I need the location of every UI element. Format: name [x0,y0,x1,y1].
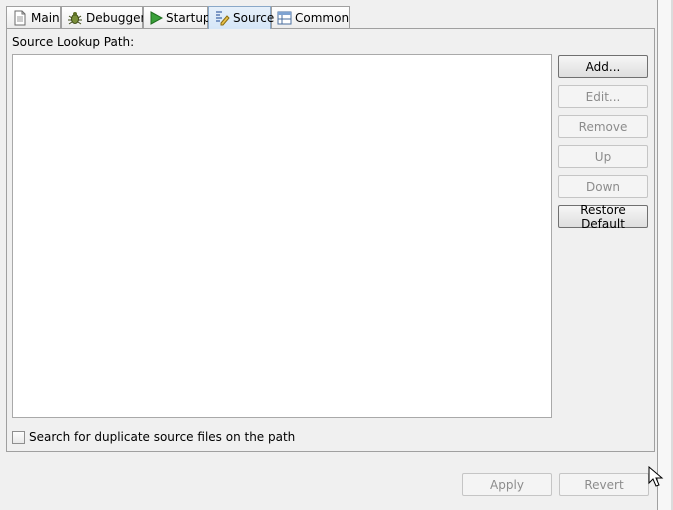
bug-icon [67,10,83,26]
restore-default-button[interactable]: Restore Default [558,203,648,231]
tab-debugger[interactable]: Debugger [61,6,146,28]
duplicate-source-label: Search for duplicate source files on the… [29,430,296,444]
source-icon [214,10,230,26]
down-button[interactable]: Down [558,175,648,198]
tab-label: Debugger [86,10,146,25]
apply-button[interactable]: Apply [462,473,552,496]
mouse-cursor-icon [648,466,664,487]
tab-common[interactable]: Common [271,6,350,28]
add-button[interactable]: Add... [558,55,648,78]
edit-button[interactable]: Edit... [558,85,648,108]
play-icon [149,10,163,26]
duplicate-source-option[interactable]: Search for duplicate source files on the… [12,430,295,444]
up-button[interactable]: Up [558,145,648,168]
tab-source[interactable]: Source [208,6,275,29]
tab-label: Main [31,10,60,25]
source-lookup-list[interactable] [12,54,552,418]
document-icon [12,10,28,26]
tab-label: Source [233,11,275,25]
remove-button[interactable]: Remove [558,115,648,138]
revert-button[interactable]: Revert [559,473,649,496]
tab-label: Common [295,10,350,25]
tab-startup[interactable]: Startup [143,6,211,28]
tab-label: Startup [166,10,211,25]
source-lookup-label: Source Lookup Path: [12,35,135,49]
table-icon [277,10,292,26]
tab-main[interactable]: Main [6,6,61,28]
duplicate-source-checkbox[interactable] [12,430,25,444]
